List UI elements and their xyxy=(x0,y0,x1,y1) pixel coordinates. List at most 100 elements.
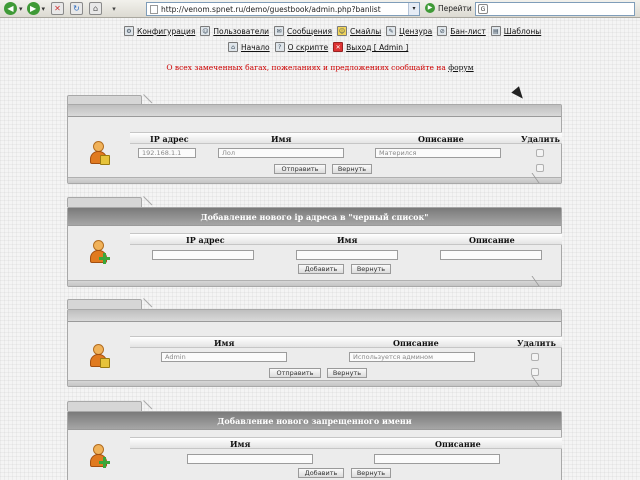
new-ip-input[interactable] xyxy=(152,250,254,260)
browser-toolbar: ◀ ▾ ▶ ▾ ✕ ↻ ⌂ ▾ http://venom.spnet.ru/de… xyxy=(0,0,640,18)
user-add-icon xyxy=(88,444,110,472)
panel-footer xyxy=(68,376,561,386)
delete-all-checkbox[interactable] xyxy=(536,164,544,172)
col-description: Описание xyxy=(393,338,439,348)
go-arrow-icon: ▶ xyxy=(425,3,435,13)
col-description: Описание xyxy=(435,439,481,449)
nav-label[interactable]: Смайлы xyxy=(350,27,381,36)
nav-configuration[interactable]: ⚙ Конфигурация xyxy=(124,26,195,36)
nav-label[interactable]: Сообщения xyxy=(287,27,332,36)
search-engine-icon[interactable]: G xyxy=(478,4,488,14)
panel-footer xyxy=(68,276,561,286)
new-name-input[interactable] xyxy=(296,250,398,260)
address-url: http://venom.spnet.ru/demo/guestbook/adm… xyxy=(161,4,381,14)
delete-checkbox[interactable] xyxy=(536,149,544,157)
nav-logout[interactable]: ✕ Выход [ Admin ] xyxy=(333,42,408,52)
home-page-icon[interactable]: ⌂ xyxy=(89,2,103,15)
user-lock-icon xyxy=(88,141,110,169)
panel-tab-decoration xyxy=(67,401,142,411)
censorship-icon: ✎ xyxy=(386,26,397,36)
add-ip-panel: Добавление нового ip адреса в "черный сп… xyxy=(67,207,562,287)
add-name-title: Добавление нового запрещенного имени xyxy=(68,412,561,430)
submit-button[interactable]: Отправить xyxy=(274,164,326,174)
search-input[interactable]: G xyxy=(475,2,635,16)
col-name: Имя xyxy=(214,338,235,348)
banlist-icon: ⊘ xyxy=(437,26,448,36)
nav-label[interactable]: Бан-лист xyxy=(450,27,486,36)
nav-about[interactable]: ? О скрипте xyxy=(274,42,328,52)
panel-header xyxy=(68,310,561,322)
users-icon: ☺ xyxy=(200,26,211,36)
col-ip: IP адрес xyxy=(150,134,189,144)
name-field[interactable]: Лол xyxy=(218,148,344,158)
nav-users[interactable]: ☺ Пользователи xyxy=(200,26,269,36)
nav-censorship[interactable]: ✎ Цензура xyxy=(386,26,432,36)
col-delete: Удалить xyxy=(517,338,556,348)
add-ip-title: Добавление нового ip адреса в "черный сп… xyxy=(68,208,561,226)
add-button[interactable]: Добавить xyxy=(298,264,344,274)
name-field[interactable]: Admin xyxy=(161,352,287,362)
forum-link[interactable]: форум xyxy=(448,63,473,72)
col-description: Описание xyxy=(418,134,464,144)
messages-icon: ✉ xyxy=(274,26,285,36)
refresh-icon[interactable]: ↻ xyxy=(70,2,84,15)
add-button[interactable]: Добавить xyxy=(298,468,344,478)
menu-dropdown-icon[interactable]: ▾ xyxy=(108,5,120,13)
notice-message: О всех замеченных багах, пожеланиях и пр… xyxy=(166,63,449,72)
templates-icon: ▤ xyxy=(490,26,501,36)
col-name: Имя xyxy=(230,439,251,449)
new-name-input[interactable] xyxy=(187,454,313,464)
admin-nav-row2: ⌂ Начало ? О скрипте ✕ Выход [ Admin ] xyxy=(228,42,413,52)
column-header-bar xyxy=(130,437,562,449)
smileys-icon: ☺ xyxy=(337,26,348,36)
column-header-bar xyxy=(130,336,562,348)
nav-home[interactable]: ⌂ Начало xyxy=(228,42,270,52)
home-icon: ⌂ xyxy=(228,42,238,52)
page-icon xyxy=(150,4,158,14)
user-add-icon xyxy=(88,240,110,268)
reset-button[interactable]: Вернуть xyxy=(332,164,372,174)
nav-label[interactable]: Начало xyxy=(241,43,270,52)
back-icon[interactable]: ◀ xyxy=(4,2,17,15)
col-name: Имя xyxy=(337,235,358,245)
nav-smileys[interactable]: ☺ Смайлы xyxy=(337,26,381,36)
description-field[interactable]: Используется админом xyxy=(349,352,475,362)
nav-banlist[interactable]: ⊘ Бан-лист xyxy=(437,26,486,36)
new-description-input[interactable] xyxy=(440,250,542,260)
nav-messages[interactable]: ✉ Сообщения xyxy=(274,26,332,36)
nav-label[interactable]: Выход [ Admin ] xyxy=(346,43,408,52)
nav-templates[interactable]: ▤ Шаблоны xyxy=(490,26,541,36)
go-button[interactable]: ▶ Перейти xyxy=(425,3,472,13)
delete-all-checkbox[interactable] xyxy=(531,368,539,376)
description-field[interactable]: Матерился xyxy=(375,148,501,158)
back-dropdown-icon[interactable]: ▾ xyxy=(19,5,23,13)
nav-label[interactable]: О скрипте xyxy=(288,43,328,52)
forward-icon[interactable]: ▶ xyxy=(26,2,40,15)
panel-footer xyxy=(68,173,561,183)
reset-button[interactable]: Вернуть xyxy=(327,368,367,378)
user-lock-icon xyxy=(88,344,110,372)
nav-label[interactable]: Шаблоны xyxy=(504,27,541,36)
forward-dropdown-icon[interactable]: ▾ xyxy=(42,5,46,13)
nav-label[interactable]: Цензура xyxy=(399,27,432,36)
col-ip: IP адрес xyxy=(186,235,225,245)
about-icon: ? xyxy=(274,42,285,52)
reset-button[interactable]: Вернуть xyxy=(351,264,391,274)
submit-button[interactable]: Отправить xyxy=(269,368,321,378)
reset-button[interactable]: Вернуть xyxy=(351,468,391,478)
delete-checkbox[interactable] xyxy=(531,353,539,361)
address-dropdown-icon[interactable]: ▾ xyxy=(408,3,419,15)
logout-icon: ✕ xyxy=(333,42,344,52)
column-header-bar xyxy=(130,132,562,144)
address-bar[interactable]: http://venom.spnet.ru/demo/guestbook/adm… xyxy=(146,2,420,16)
new-description-input[interactable] xyxy=(374,454,500,464)
notice-text: О всех замеченных багах, пожеланиях и пр… xyxy=(0,63,640,72)
panel-header xyxy=(68,105,561,117)
config-icon: ⚙ xyxy=(124,26,134,36)
nav-label[interactable]: Пользователи xyxy=(213,27,269,36)
stop-icon[interactable]: ✕ xyxy=(51,2,65,15)
ip-banlist-panel: IP адрес Имя Описание Удалить 192.168.1.… xyxy=(67,104,562,184)
nav-label[interactable]: Конфигурация xyxy=(137,27,195,36)
ip-field[interactable]: 192.168.1.1 xyxy=(138,148,196,158)
col-delete: Удалить xyxy=(521,134,560,144)
